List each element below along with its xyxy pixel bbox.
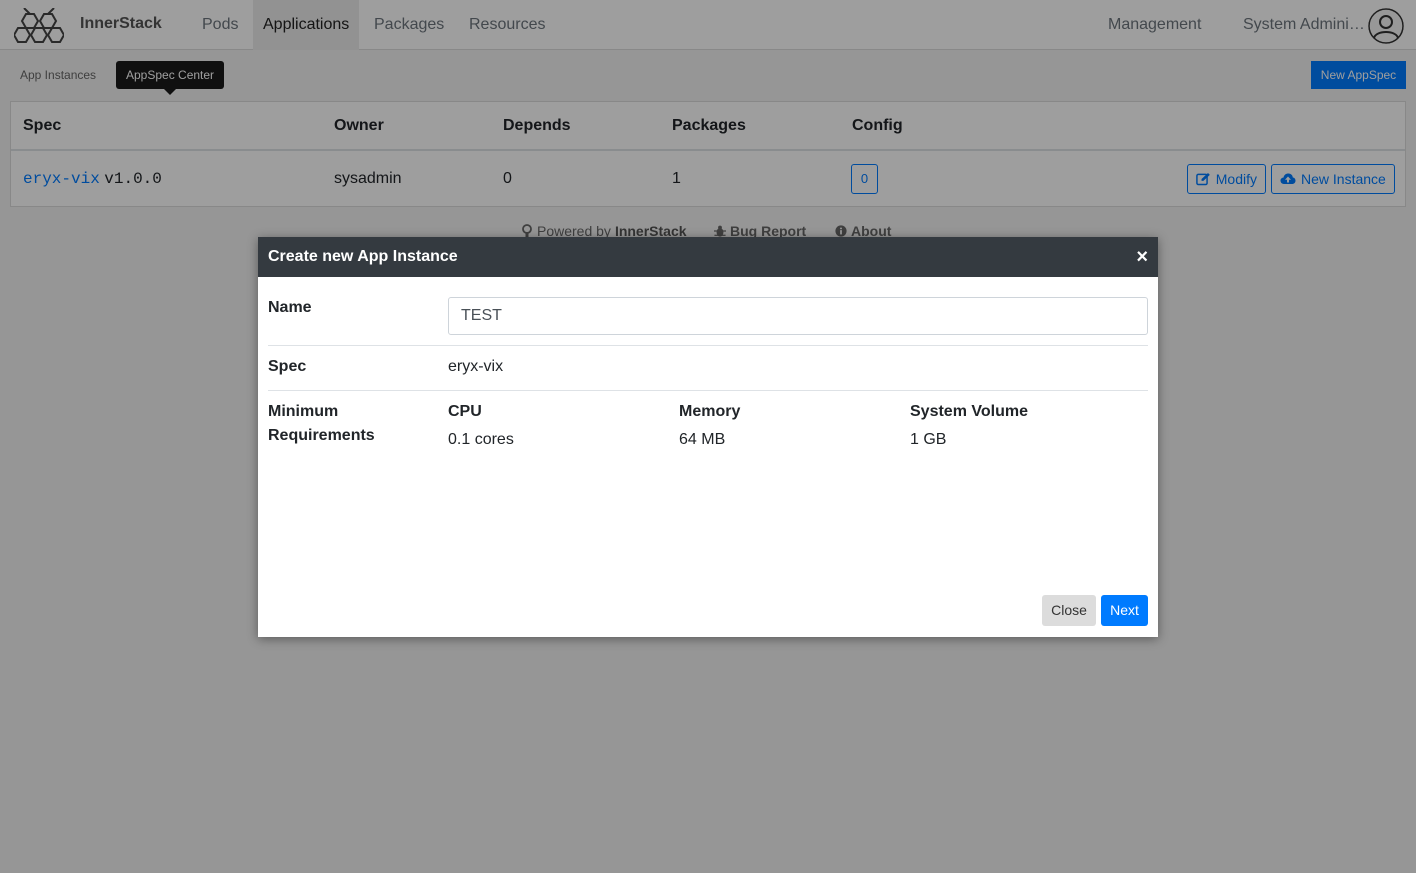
divider [268, 345, 1148, 346]
memory-value: 64 MB [679, 431, 726, 448]
close-icon[interactable]: × [1136, 237, 1148, 277]
memory-label: Memory [679, 403, 741, 420]
cpu-label: CPU [448, 403, 482, 420]
app-root: InnerStack Pods Applications Packages Re… [0, 0, 1416, 873]
divider [268, 390, 1148, 391]
next-button[interactable]: Next [1101, 595, 1148, 626]
name-label: Name [268, 299, 312, 316]
system-volume-value: 1 GB [910, 431, 947, 448]
min-requirements-label: Minimum Requirements [268, 403, 375, 444]
create-instance-modal: Create new App Instance × Name Spec eryx… [258, 237, 1158, 637]
cpu-value: 0.1 cores [448, 431, 514, 448]
name-input[interactable] [448, 297, 1148, 335]
spec-label: Spec [268, 358, 307, 375]
spec-value: eryx-vix [448, 358, 504, 375]
close-button[interactable]: Close [1042, 595, 1096, 626]
system-volume-label: System Volume [910, 403, 1028, 420]
modal-title: Create new App Instance [268, 248, 458, 265]
modal-header: Create new App Instance × [258, 237, 1158, 277]
